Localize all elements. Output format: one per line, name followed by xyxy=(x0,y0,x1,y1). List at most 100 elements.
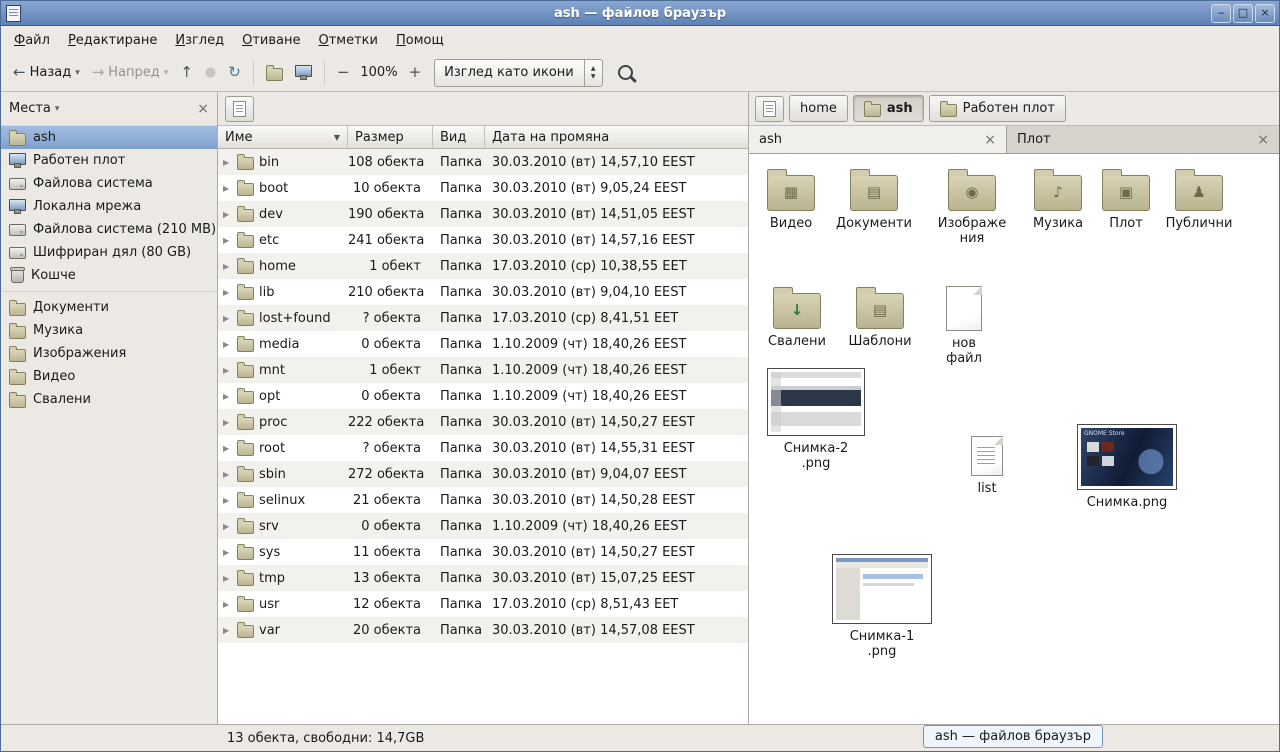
menu-item-edit[interactable]: Редактиране xyxy=(59,29,166,52)
view-mode-select[interactable]: Изглед като икони ▲ ▼ xyxy=(434,59,603,87)
table-row[interactable]: ▶ opt 0 обекта Папка 1.10.2009 (чт) 18,4… xyxy=(218,383,748,409)
menu-item-help[interactable]: Помощ xyxy=(387,29,453,52)
table-row[interactable]: ▶ srv 0 обекта Папка 1.10.2009 (чт) 18,4… xyxy=(218,513,748,539)
table-row[interactable]: ▶ boot 10 обекта Папка 30.03.2010 (вт) 9… xyxy=(218,175,748,201)
icon-item-public[interactable]: ♟ Публични xyxy=(1165,166,1233,231)
expander-icon[interactable]: ▶ xyxy=(223,626,232,635)
expander-icon[interactable]: ▶ xyxy=(223,522,232,531)
table-row[interactable]: ▶ sbin 272 обекта Папка 30.03.2010 (вт) … xyxy=(218,461,748,487)
icon-view[interactable]: ▦ Видео ▤ Документи ◉ Изображения xyxy=(749,154,1279,724)
menu-item-view[interactable]: Изглед xyxy=(166,29,233,52)
expander-icon[interactable]: ▶ xyxy=(223,210,232,219)
sidebar-item-ash[interactable]: ash xyxy=(1,126,217,149)
table-row[interactable]: ▶ dev 190 обекта Папка 30.03.2010 (вт) 1… xyxy=(218,201,748,227)
sidebar-item-documents[interactable]: Документи xyxy=(1,296,217,319)
spinner-icon[interactable]: ▲ ▼ xyxy=(584,60,602,86)
expander-icon[interactable]: ▶ xyxy=(223,158,232,167)
column-header-type[interactable]: Вид xyxy=(433,126,485,149)
table-row[interactable]: ▶ lost+found ? обекта Папка 17.03.2010 (… xyxy=(218,305,748,331)
expander-icon[interactable]: ▶ xyxy=(223,340,232,349)
expander-icon[interactable]: ▶ xyxy=(223,392,232,401)
table-row[interactable]: ▶ tmp 13 обекта Папка 30.03.2010 (вт) 15… xyxy=(218,565,748,591)
table-row[interactable]: ▶ sys 11 обекта Папка 30.03.2010 (вт) 14… xyxy=(218,539,748,565)
menu-item-bookmarks[interactable]: Отметки xyxy=(310,29,388,52)
expander-icon[interactable]: ▶ xyxy=(223,184,232,193)
expander-icon[interactable]: ▶ xyxy=(223,366,232,375)
expander-icon[interactable]: ▶ xyxy=(223,548,232,557)
path-button-desktop[interactable]: Работен плот xyxy=(929,95,1066,122)
path-button-home[interactable]: home xyxy=(789,95,848,122)
path-button-ash[interactable]: ash xyxy=(853,95,924,122)
sidebar-item-desktop[interactable]: Работен плот xyxy=(1,149,217,172)
table-row[interactable]: ▶ proc 222 обекта Папка 30.03.2010 (вт) … xyxy=(218,409,748,435)
expander-icon[interactable]: ▶ xyxy=(223,314,232,323)
icon-item-pictures[interactable]: ◉ Изображения xyxy=(930,166,1014,247)
zoom-in-button[interactable]: + xyxy=(404,61,427,84)
table-row[interactable]: ▶ media 0 обекта Папка 1.10.2009 (чт) 18… xyxy=(218,331,748,357)
sidebar-item-pictures[interactable]: Изображения xyxy=(1,342,217,365)
stop-button[interactable]: ● xyxy=(200,61,221,84)
sidebar-item-trash[interactable]: Кошче xyxy=(1,264,217,287)
table-row[interactable]: ▶ selinux 21 обекта Папка 30.03.2010 (вт… xyxy=(218,487,748,513)
expander-icon[interactable]: ▶ xyxy=(223,470,232,479)
expander-icon[interactable]: ▶ xyxy=(223,236,232,245)
forward-button[interactable]: → Напред ▾ xyxy=(87,61,174,84)
sidebar-item-network[interactable]: Локална мрежа xyxy=(1,195,217,218)
icon-item-downloads[interactable]: ↓ Свалени xyxy=(763,284,831,349)
icon-item-templates[interactable]: ▤ Шаблони xyxy=(846,284,914,349)
table-row[interactable]: ▶ root ? обекта Папка 30.03.2010 (вт) 14… xyxy=(218,435,748,461)
sort-indicator-icon[interactable]: ▼ xyxy=(334,133,340,142)
table-row[interactable]: ▶ home 1 обект Папка 17.03.2010 (ср) 10,… xyxy=(218,253,748,279)
notes-button[interactable] xyxy=(225,96,254,122)
menu-item-file[interactable]: Файл xyxy=(5,29,59,52)
maximize-button[interactable]: □ xyxy=(1233,4,1253,23)
sidebar-item-filesystem-210[interactable]: Файлова система (210 MB) xyxy=(1,218,217,241)
places-title[interactable]: Места xyxy=(9,101,51,116)
column-header-size[interactable]: Размер xyxy=(348,126,433,149)
expander-icon[interactable]: ▶ xyxy=(223,418,232,427)
icon-item-desktop[interactable]: ▣ Плот xyxy=(1097,166,1155,231)
menu-item-go[interactable]: Отиване xyxy=(233,29,309,52)
tab-plot[interactable]: Плот × xyxy=(1007,126,1279,153)
back-dropdown-icon[interactable]: ▾ xyxy=(75,68,80,78)
places-dropdown-icon[interactable]: ▾ xyxy=(55,104,60,114)
close-button[interactable]: × xyxy=(1255,4,1275,23)
tab-ash[interactable]: ash × xyxy=(749,126,1007,153)
column-header-date[interactable]: Дата на промяна xyxy=(485,126,748,149)
icon-item-list[interactable]: list xyxy=(962,436,1012,496)
table-row[interactable]: ▶ bin 108 обекта Папка 30.03.2010 (вт) 1… xyxy=(218,149,748,175)
icon-item-music[interactable]: ♪ Музика xyxy=(1027,166,1089,231)
column-header-name[interactable]: Име ▼ xyxy=(218,126,348,149)
search-button[interactable] xyxy=(613,61,638,84)
icon-item-video[interactable]: ▦ Видео xyxy=(759,166,823,231)
refresh-button[interactable]: ↻ xyxy=(223,61,246,84)
icon-item-snimka1[interactable]: Снимка-1.png xyxy=(829,554,935,660)
places-close-icon[interactable]: × xyxy=(197,101,209,117)
table-row[interactable]: ▶ var 20 обекта Папка 30.03.2010 (вт) 14… xyxy=(218,617,748,643)
expander-icon[interactable]: ▶ xyxy=(223,574,232,583)
computer-button[interactable] xyxy=(290,61,317,84)
expander-icon[interactable]: ▶ xyxy=(223,444,232,453)
minimize-button[interactable]: ‒ xyxy=(1211,4,1231,23)
zoom-out-button[interactable]: − xyxy=(332,61,355,84)
sidebar-item-filesystem[interactable]: Файлова система xyxy=(1,172,217,195)
back-button[interactable]: ← Назад ▾ xyxy=(8,61,85,84)
table-row[interactable]: ▶ lib 210 обекта Папка 30.03.2010 (вт) 9… xyxy=(218,279,748,305)
table-row[interactable]: ▶ usr 12 обекта Папка 17.03.2010 (ср) 8,… xyxy=(218,591,748,617)
icon-item-documents[interactable]: ▤ Документи xyxy=(836,166,912,231)
expander-icon[interactable]: ▶ xyxy=(223,288,232,297)
tab-close-icon[interactable]: × xyxy=(1257,132,1269,148)
home-button[interactable] xyxy=(261,61,288,85)
table-row[interactable]: ▶ mnt 1 обект Папка 1.10.2009 (чт) 18,40… xyxy=(218,357,748,383)
titlebar[interactable]: ash — файлов браузър ‒ □ × xyxy=(1,1,1279,26)
up-button[interactable]: ↑ xyxy=(175,61,198,84)
table-row[interactable]: ▶ etc 241 обекта Папка 30.03.2010 (вт) 1… xyxy=(218,227,748,253)
icon-item-snimka[interactable]: GNOME Store Снимка.png xyxy=(1073,424,1181,510)
sidebar-item-video[interactable]: Видео xyxy=(1,365,217,388)
icon-item-new-file[interactable]: нов файл xyxy=(932,286,996,367)
sidebar-item-encrypted[interactable]: Шифриран дял (80 GB) xyxy=(1,241,217,264)
edit-location-button[interactable] xyxy=(755,96,784,122)
expander-icon[interactable]: ▶ xyxy=(223,600,232,609)
icon-item-snimka2[interactable]: Снимка-2.png xyxy=(764,368,868,472)
sidebar-item-downloads[interactable]: Свалени xyxy=(1,388,217,411)
